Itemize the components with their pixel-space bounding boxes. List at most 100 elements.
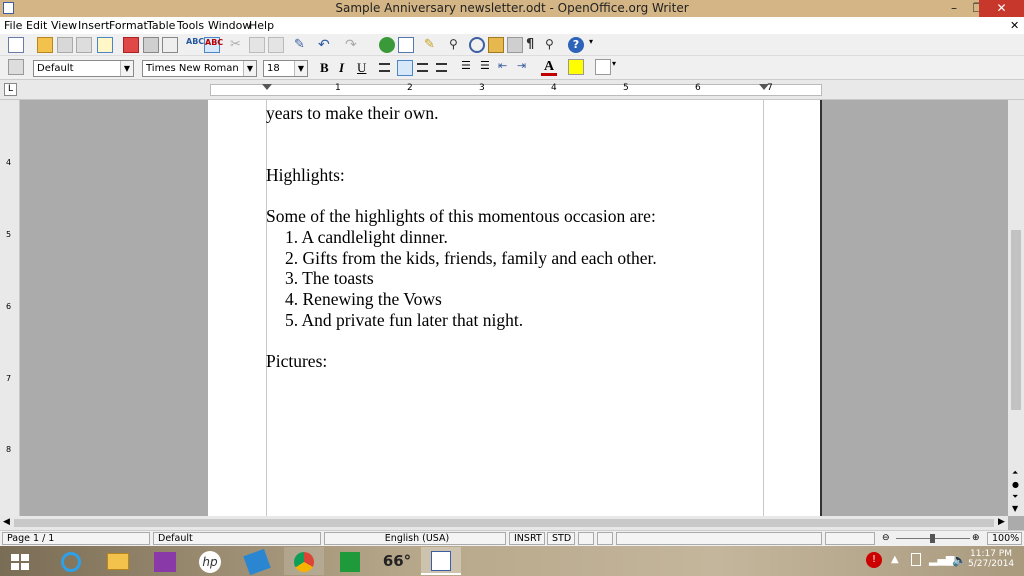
draw-functions-icon[interactable]: ✎ — [424, 37, 440, 53]
signature-indicator[interactable] — [597, 532, 613, 545]
menu-insert[interactable]: Insert — [78, 19, 110, 32]
redo-icon[interactable]: ↷ — [345, 37, 361, 53]
taskbar-store[interactable] — [330, 547, 370, 575]
show-hidden-icons[interactable]: ▲ — [891, 554, 899, 565]
zoom-thumb[interactable] — [930, 534, 935, 543]
taskbar-openoffice-writer[interactable] — [421, 547, 461, 575]
autospellcheck-icon[interactable]: ABC — [204, 37, 223, 53]
taskbar-internet-explorer[interactable] — [51, 547, 91, 575]
previous-page-icon[interactable]: ⏶ — [1012, 468, 1018, 478]
volume-icon[interactable]: 🔈 — [952, 553, 967, 567]
background-color-icon[interactable] — [595, 59, 611, 75]
view-layout-buttons[interactable] — [825, 532, 875, 545]
numbering-icon[interactable]: ☰ — [461, 59, 477, 75]
taskbar-file-explorer[interactable] — [98, 547, 138, 575]
list-item[interactable]: 2. Gifts from the kids, friends, family … — [285, 248, 657, 269]
styles-formatting-icon[interactable] — [8, 59, 24, 75]
toolbar-overflow-icon[interactable]: ▾ — [612, 59, 620, 75]
export-pdf-icon[interactable] — [123, 37, 139, 53]
close-document-button[interactable]: ✕ — [1010, 19, 1019, 32]
open-folder-icon[interactable] — [37, 37, 53, 53]
help-icon[interactable]: ? — [568, 37, 584, 53]
undo-icon[interactable]: ↶ — [318, 37, 334, 53]
taskbar-weather[interactable]: 66° — [377, 547, 417, 575]
spellcheck-icon[interactable]: ABC — [186, 37, 204, 53]
horizontal-scroll-thumb[interactable] — [14, 519, 994, 527]
vertical-scroll-thumb[interactable] — [1011, 230, 1021, 410]
clone-formatting-icon[interactable]: ✎ — [294, 37, 310, 53]
new-document-icon[interactable] — [8, 37, 24, 53]
page-preview-icon[interactable] — [162, 37, 178, 53]
right-indent-marker-icon[interactable] — [759, 84, 769, 90]
menu-view[interactable]: View — [51, 19, 77, 32]
paragraph[interactable]: years to make their own. — [266, 103, 439, 124]
increase-indent-icon[interactable]: ⇥ — [517, 59, 533, 75]
horizontal-scrollbar[interactable]: ◀ ▶ — [0, 516, 1008, 530]
menu-file[interactable]: File — [4, 19, 22, 32]
navigation-icon[interactable]: ● — [1012, 480, 1019, 489]
formatting-marks-icon[interactable]: ¶ — [526, 37, 542, 53]
network-icon[interactable]: ▂▄▆ — [929, 553, 954, 566]
selection-mode-indicator[interactable]: STD — [547, 532, 575, 545]
tab-type-selector[interactable]: L — [4, 83, 17, 96]
language-indicator[interactable]: English (USA) — [324, 532, 506, 545]
heading-highlights[interactable]: Highlights: — [266, 165, 345, 186]
bold-button[interactable]: B — [320, 60, 329, 76]
print-icon[interactable] — [143, 37, 159, 53]
heading-pictures[interactable]: Pictures: — [266, 351, 327, 372]
paragraph-style-select[interactable]: Default ▼ — [33, 60, 134, 77]
document-page[interactable]: years to make their own. Highlights: Som… — [208, 100, 822, 516]
taskbar-app-blue[interactable] — [237, 547, 277, 576]
next-page-icon[interactable]: ⏷ — [1012, 492, 1018, 502]
page-style-indicator[interactable]: Default — [153, 532, 321, 545]
hyperlink-icon[interactable] — [379, 37, 395, 53]
menu-window[interactable]: Window — [208, 19, 251, 32]
vertical-scrollbar[interactable]: ⏶ ● ⏷ ▼ — [1008, 100, 1024, 516]
navigator-icon[interactable] — [469, 37, 485, 53]
menu-format[interactable]: Format — [109, 19, 148, 32]
zoom-level-indicator[interactable]: 100% — [987, 532, 1022, 545]
list-item[interactable]: 4. Renewing the Vows — [285, 289, 442, 310]
indent-marker-icon[interactable] — [262, 84, 272, 90]
highlighting-icon[interactable] — [568, 59, 584, 75]
page-indicator[interactable]: Page 1 / 1 — [2, 532, 150, 545]
save-icon[interactable] — [57, 37, 73, 53]
zoom-slider[interactable]: ⊖ ⊕ — [882, 533, 982, 545]
zoom-out-icon[interactable]: ⊖ — [882, 533, 890, 543]
font-size-select[interactable]: 18 ▼ — [263, 60, 308, 77]
start-button[interactable] — [0, 547, 40, 575]
menu-help[interactable]: Help — [249, 19, 274, 32]
menu-tools[interactable]: Tools — [177, 19, 204, 32]
vertical-ruler[interactable]: 4 5 6 7 8 — [0, 100, 20, 516]
list-item[interactable]: 5. And private fun later that night. — [285, 310, 523, 331]
find-icon[interactable]: ⚲ — [449, 37, 465, 53]
paragraph-intro[interactable]: Some of the highlights of this momentous… — [266, 206, 656, 227]
paste-icon[interactable] — [268, 37, 284, 53]
justify-icon[interactable] — [436, 61, 452, 77]
taskbar-app-purple[interactable] — [145, 547, 185, 575]
align-right-icon[interactable] — [417, 61, 433, 77]
decrease-indent-icon[interactable]: ⇤ — [498, 59, 514, 75]
menu-table[interactable]: Table — [147, 19, 175, 32]
copy-icon[interactable] — [249, 37, 265, 53]
horizontal-ruler[interactable]: L 1 2 3 4 5 6 7 — [0, 80, 1024, 100]
close-window-button[interactable]: ✕ — [979, 0, 1024, 17]
email-icon[interactable] — [76, 37, 92, 53]
clock[interactable]: 11:17 PM 5/27/2014 — [968, 549, 1014, 569]
scroll-left-icon[interactable]: ◀ — [3, 517, 10, 527]
minimize-button[interactable]: – — [942, 0, 966, 17]
notification-alert-icon[interactable]: ! — [866, 552, 882, 568]
insert-mode-indicator[interactable]: INSRT — [509, 532, 545, 545]
align-center-icon[interactable] — [397, 60, 413, 76]
zoom-in-icon[interactable]: ⊕ — [972, 533, 980, 543]
scroll-down-icon[interactable]: ▼ — [1012, 504, 1018, 513]
italic-button[interactable]: I — [339, 60, 344, 76]
menu-edit[interactable]: Edit — [26, 19, 47, 32]
edit-file-icon[interactable] — [97, 37, 113, 53]
taskbar-chrome[interactable] — [284, 547, 324, 575]
cut-icon[interactable]: ✂ — [230, 37, 246, 53]
gallery-icon[interactable] — [488, 37, 504, 53]
zoom-icon[interactable]: ⚲ — [545, 37, 561, 53]
battery-icon[interactable] — [911, 553, 921, 566]
underline-button[interactable]: U — [357, 60, 366, 76]
